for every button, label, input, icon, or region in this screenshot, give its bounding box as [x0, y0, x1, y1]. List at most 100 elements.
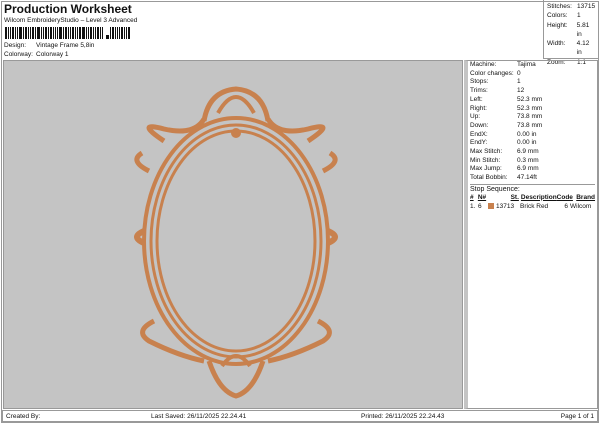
page-number: Page 1 of 1	[560, 412, 594, 420]
details-label: Color changes:	[470, 69, 514, 77]
details-row: Total Bobbin: 47.14ft	[470, 174, 595, 183]
details-label: EndX:	[470, 130, 488, 138]
barcode-bar	[121, 27, 123, 39]
barcode	[5, 25, 153, 39]
details-row: EndX: 0.00 in	[470, 131, 595, 140]
barcode-bar	[57, 27, 58, 39]
details-row: EndY: 0.00 in	[470, 139, 595, 148]
details-row: Right: 52.3 mm	[470, 105, 595, 114]
col-code: Code	[556, 193, 573, 201]
barcode-bar	[5, 27, 7, 39]
details-row: Left: 52.3 mm	[470, 96, 595, 105]
details-label: Max Stitch:	[470, 148, 503, 156]
details-value: 0	[517, 69, 521, 77]
details-label: Max Jump:	[470, 165, 502, 173]
row-description: Brick Red	[520, 202, 549, 210]
details-value: 6.9 mm	[517, 148, 539, 156]
col-description: Description	[520, 193, 557, 201]
col-num: #	[470, 193, 474, 201]
details-value: 52.3 mm	[517, 95, 543, 103]
barcode-bar	[112, 27, 114, 39]
barcode-bar	[45, 27, 47, 39]
details-value: 73.8 mm	[517, 121, 543, 129]
barcode-bar	[41, 27, 42, 39]
summary-box: Stitches: 13715 Colors: 1 Height: 5.81 in Widt…	[543, 0, 599, 66]
footer: Created By: Last Saved: 26/11/2025 22.24…	[2, 410, 598, 422]
details-row: Up: 73.8 mm	[470, 113, 595, 122]
details-value: 47.14ft	[517, 174, 537, 182]
vintage-frame-design	[134, 86, 338, 399]
details-label: Down:	[470, 121, 489, 129]
printed-date: Printed: 26/11/2025 22.24.43	[361, 412, 445, 420]
summary-label: Width:	[547, 40, 566, 48]
barcode-bar	[35, 27, 36, 39]
row-num: 1.	[470, 202, 476, 210]
summary-row: Width: 4.12 in	[547, 39, 596, 58]
barcode-bar	[70, 27, 71, 39]
summary-row: Stitches: 13715	[547, 2, 596, 11]
details-label: Total Bobbin:	[470, 174, 508, 182]
summary-row: Height: 5.81 in	[547, 21, 596, 40]
barcode-bar	[77, 27, 78, 39]
barcode-bar	[63, 27, 64, 39]
barcode-bar	[124, 27, 125, 39]
barcode-bar	[23, 27, 24, 39]
details-label: Up:	[470, 113, 481, 121]
summary-row: Colors: 1	[547, 11, 596, 20]
details-value: 52.3 mm	[517, 104, 543, 112]
details-label: Min Stitch:	[470, 156, 501, 164]
details-value: 6.9 mm	[517, 165, 539, 173]
details-row: Down: 73.8 mm	[470, 122, 595, 131]
details-list: Machine: Tajima Color changes: 0 Stops: 1 Trim…	[470, 61, 595, 183]
design-details-panel: Machine: Tajima Color changes: 0 Stops: 1 Trim…	[464, 60, 598, 409]
barcode-bar	[128, 27, 130, 39]
details-value: Tajima	[517, 61, 536, 68]
details-label: EndY:	[470, 139, 488, 147]
details-label: Right:	[470, 104, 487, 112]
barcode-bar	[119, 27, 120, 39]
barcode-bar	[106, 35, 109, 39]
details-value: 73.8 mm	[517, 113, 543, 121]
barcode-bar	[43, 27, 44, 39]
barcode-bar	[117, 27, 118, 39]
details-row: Trims: 12	[470, 87, 595, 96]
created-by: Created By:	[6, 412, 41, 420]
barcode-bar	[68, 27, 69, 39]
summary-value: 5.81 in	[576, 21, 590, 38]
barcode-bar	[55, 27, 56, 39]
software-name: Wilcom EmbroideryStudio – Level 3 Advanc…	[4, 17, 138, 24]
color-swatch	[488, 203, 494, 210]
barcode-bar	[88, 27, 89, 39]
stop-sequence: Stop Sequence: # N# St. Description Code…	[470, 183, 595, 211]
barcode-bar	[12, 27, 14, 39]
details-value: 0.00 in	[517, 139, 537, 147]
summary-value: 1	[577, 12, 581, 20]
barcode-bar	[28, 27, 29, 39]
row-needle: 6	[478, 202, 482, 210]
barcode-bar	[10, 27, 11, 39]
row-brand: Wilcom	[570, 202, 592, 210]
design-label: Design:	[4, 42, 27, 49]
row-stitches: 13713	[496, 202, 515, 210]
barcode-bar	[30, 27, 31, 39]
barcode-bar	[17, 27, 18, 39]
barcode-bar	[115, 27, 116, 39]
barcode-bar	[93, 27, 94, 39]
barcode-bar	[48, 27, 49, 39]
details-label: Left:	[470, 95, 483, 103]
col-stitches: St.	[510, 193, 519, 201]
details-row: Max Jump: 6.9 mm	[470, 165, 595, 174]
barcode-bar	[75, 27, 76, 39]
design-name: Vintage Frame 5,8in	[36, 42, 95, 49]
summary-label: Stitches:	[547, 3, 572, 10]
details-row: Color changes: 0	[470, 70, 595, 79]
details-row: Max Stitch: 6.9 mm	[470, 148, 595, 157]
barcode-bar	[86, 27, 87, 39]
barcode-bar	[72, 27, 74, 39]
colorway-name: Colorway 1	[36, 51, 69, 58]
details-label: Trims:	[470, 87, 488, 95]
barcode-bar	[97, 27, 99, 39]
details-label: Machine:	[470, 61, 497, 68]
table-row: 1. 6 13713 Brick Red 6 Wilcom	[470, 202, 595, 211]
summary-label: Height:	[547, 21, 568, 29]
